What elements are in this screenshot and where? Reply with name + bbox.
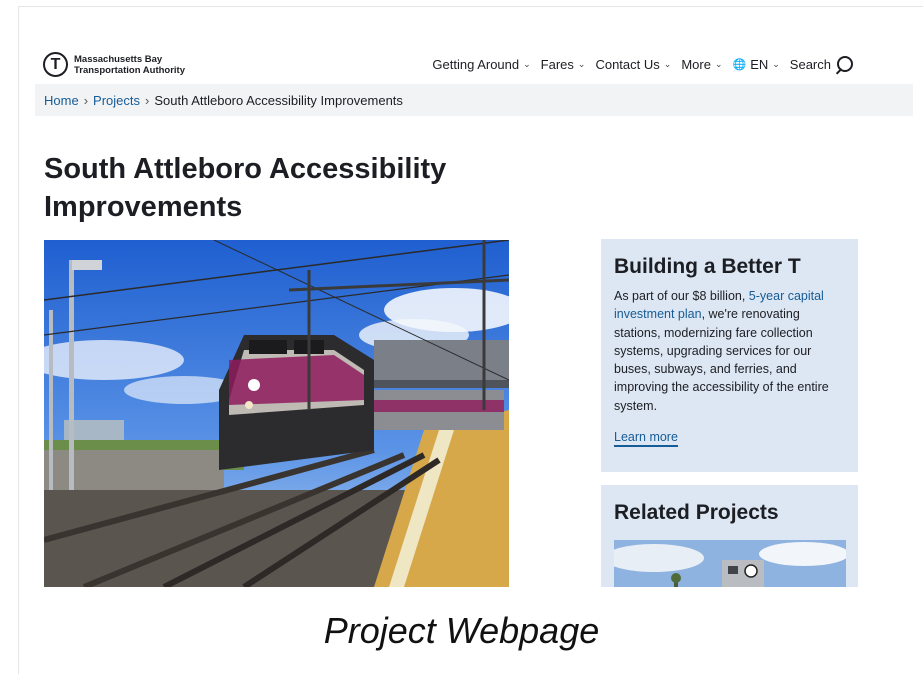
nav-more[interactable]: More ⌄ — [681, 57, 722, 72]
learn-more-link[interactable]: Learn more — [614, 430, 678, 447]
chevron-down-icon: ⌄ — [714, 58, 723, 69]
breadcrumb-home[interactable]: Home — [44, 93, 79, 108]
search-label: Search — [789, 56, 831, 72]
chevron-down-icon: ⌄ — [663, 58, 672, 69]
main-nav: Getting Around ⌄ Fares ⌄ Contact Us ⌄ Mo… — [432, 56, 853, 72]
card-text-before: As part of our $8 billion, — [614, 289, 749, 303]
chevron-down-icon: ⌄ — [577, 58, 586, 69]
card-title: Building a Better T — [614, 255, 801, 278]
nav-more-label: More — [681, 56, 711, 72]
breadcrumb: Home › Projects › South Attleboro Access… — [35, 84, 913, 116]
search-button[interactable]: Search — [790, 56, 853, 72]
logo-text: Massachusetts Bay Transportation Authori… — [74, 54, 185, 76]
related-project-image[interactable] — [614, 540, 846, 587]
mbta-logo[interactable]: T Massachusetts Bay Transportation Autho… — [43, 52, 185, 77]
breadcrumb-separator: › — [83, 92, 89, 108]
frame-left-border — [18, 6, 19, 674]
building-better-t-card: Building a Better T As part of our $8 bi… — [601, 239, 858, 472]
globe-icon: 🌐 — [732, 58, 747, 71]
chevron-down-icon: ⌄ — [772, 58, 780, 69]
nav-fares[interactable]: Fares ⌄ — [541, 57, 586, 72]
breadcrumb-projects[interactable]: Projects — [93, 93, 140, 108]
language-selector[interactable]: 🌐 EN ⌄ — [732, 57, 779, 72]
nav-contact-us-label: Contact Us — [595, 56, 660, 72]
hero-image-train — [44, 240, 509, 587]
page-title: South Attleboro Accessibility Improvemen… — [44, 153, 447, 223]
site-header: T Massachusetts Bay Transportation Autho… — [35, 44, 913, 84]
nav-contact-us[interactable]: Contact Us ⌄ — [595, 57, 671, 72]
nav-fares-label: Fares — [540, 56, 574, 72]
nav-getting-around-label: Getting Around — [432, 56, 520, 72]
caption: Project Webpage — [323, 610, 600, 651]
frame-top-border — [18, 6, 923, 7]
language-label: EN — [750, 56, 769, 72]
nav-getting-around[interactable]: Getting Around ⌄ — [432, 57, 530, 72]
related-projects-card: Related Projects — [601, 485, 858, 587]
breadcrumb-current: South Attleboro Accessibility Improvemen… — [154, 92, 403, 108]
mbta-t-icon: T — [43, 52, 68, 77]
logo-line-1: Massachusetts Bay — [74, 53, 163, 65]
card-body: As part of our $8 billion, 5-year capita… — [614, 287, 846, 415]
related-projects-title: Related Projects — [614, 501, 779, 524]
logo-line-2: Transportation Authority — [74, 64, 186, 76]
search-icon — [837, 56, 853, 72]
card-text-after: , we're renovating stations, modernizing… — [614, 307, 829, 413]
chevron-down-icon: ⌄ — [523, 58, 531, 69]
breadcrumb-separator: › — [145, 92, 150, 108]
